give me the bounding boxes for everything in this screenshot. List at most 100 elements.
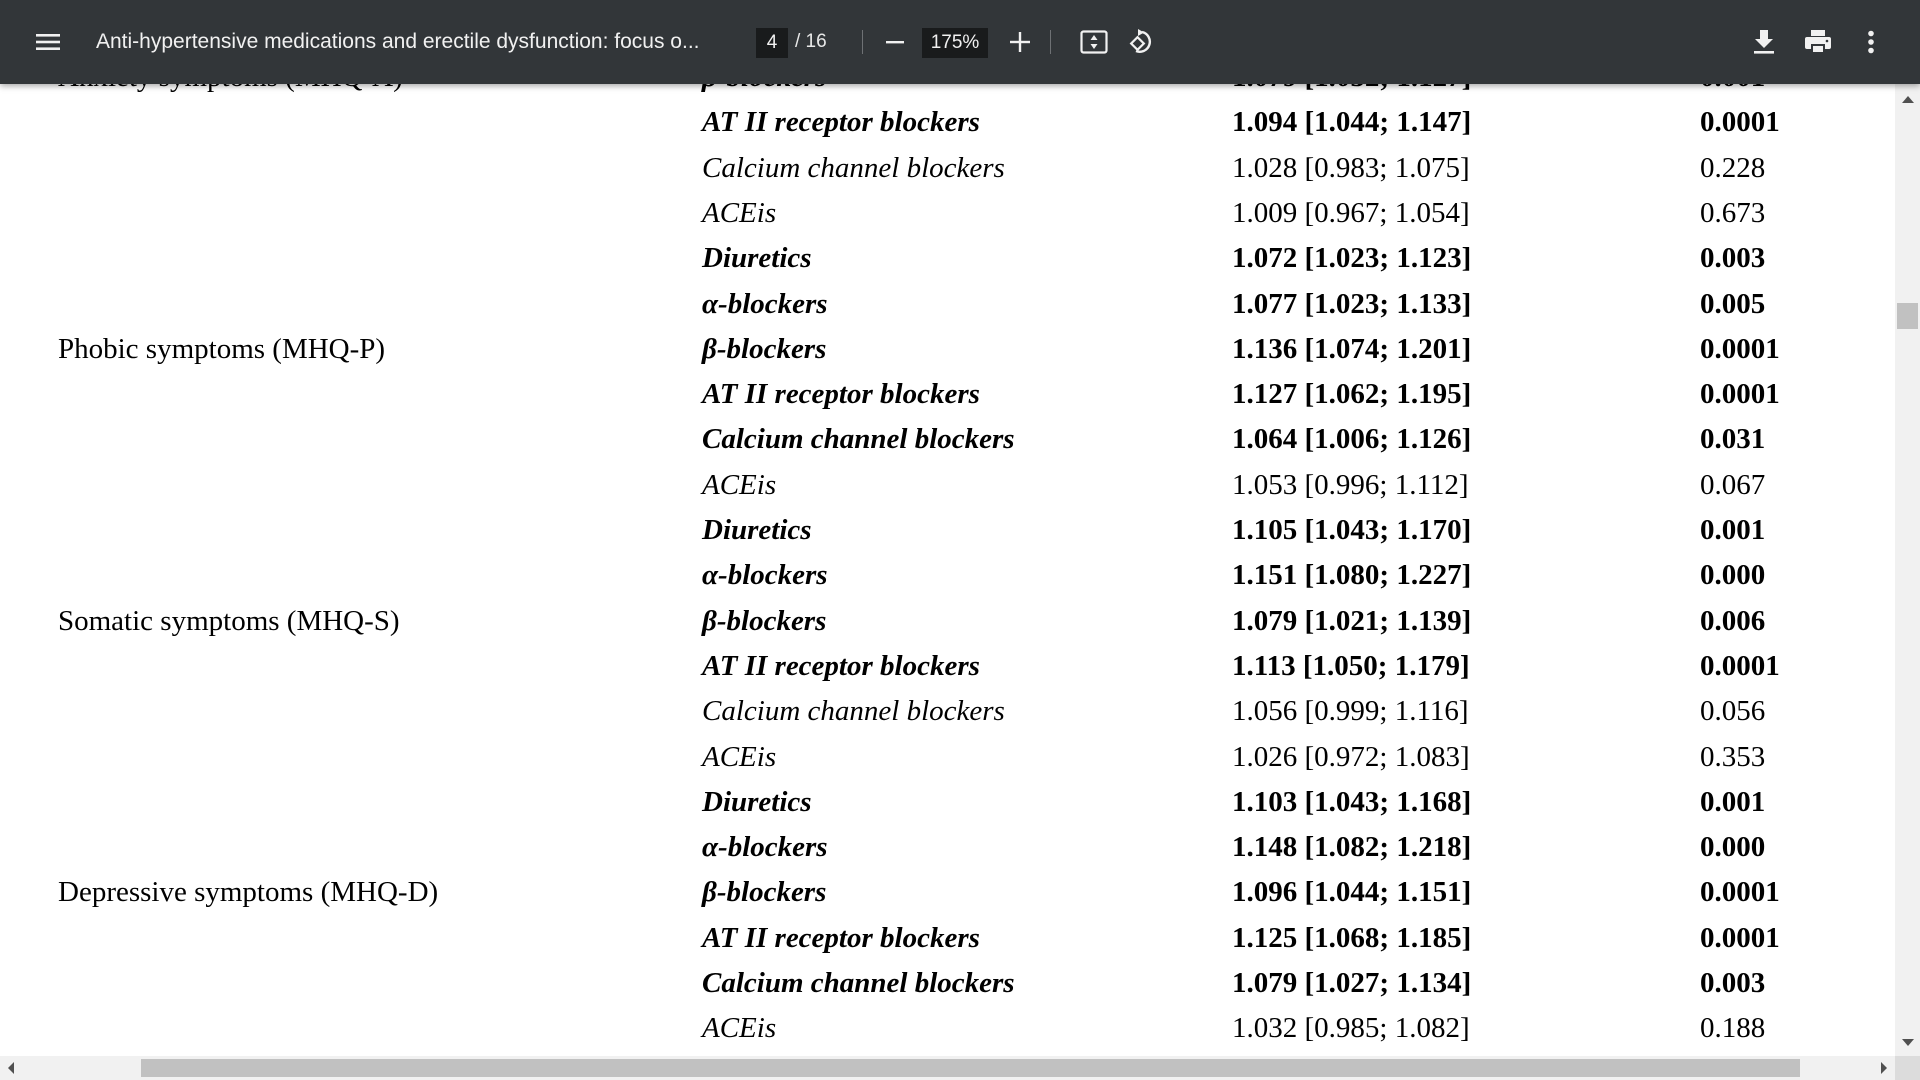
pdf-page-viewport[interactable]: Anxiety symptoms (MHQ-A) β-blockers 1.079 … <box>0 84 1895 1056</box>
row-label: Anxiety symptoms (MHQ-A) <box>58 84 403 99</box>
p-value: 0.006 <box>1700 604 1766 637</box>
p-value: 0.0001 <box>1700 921 1780 954</box>
medication-class: Diuretics <box>702 514 812 546</box>
p-value: 0.003 <box>1700 242 1766 275</box>
table-row: Diuretics 1.072 [1.023; 1.123] 0.003 <box>0 236 1895 280</box>
page-total: / 16 <box>795 31 827 52</box>
p-value: 0.188 <box>1700 1012 1766 1045</box>
more-options-button[interactable] <box>1858 0 1884 84</box>
odds-ratio-ci: 1.077 [1.023; 1.133] <box>1232 287 1472 320</box>
table-row: ACEis 1.032 [0.985; 1.082] 0.188 <box>0 1006 1895 1050</box>
odds-ratio-ci: 1.056 [0.999; 1.116] <box>1232 695 1469 728</box>
p-value: 0.000 <box>1700 559 1766 592</box>
odds-ratio-ci: 1.136 [1.074; 1.201] <box>1232 332 1472 365</box>
p-value: 0.0001 <box>1700 876 1780 909</box>
rotate-button[interactable] <box>1124 0 1160 84</box>
medication-class: α-blockers <box>702 559 828 592</box>
table-row: AT II receptor blockers 1.127 [1.062; 1.1… <box>0 372 1895 416</box>
p-value: 0.0001 <box>1700 332 1780 365</box>
horizontal-scroll-thumb[interactable] <box>141 1059 1800 1077</box>
p-value: 0.001 <box>1700 514 1766 546</box>
p-value: 0.067 <box>1700 468 1766 501</box>
medication-class: ACEis <box>702 740 777 773</box>
page-number-input[interactable]: 4 <box>756 28 788 58</box>
medication-class: ACEis <box>702 1012 777 1045</box>
medication-class: α-blockers <box>702 287 828 320</box>
medication-class: Calcium channel blockers <box>702 423 1015 456</box>
odds-ratio-ci: 1.148 [1.082; 1.218] <box>1232 831 1472 864</box>
zoom-level-input[interactable]: 175% <box>922 28 988 58</box>
vertical-scroll-thumb[interactable] <box>1897 303 1918 329</box>
table-row: Calcium channel blockers 1.079 [1.027; 1.… <box>0 961 1895 1005</box>
table-row: α-blockers 1.151 [1.080; 1.227] 0.000 <box>0 553 1895 597</box>
odds-ratio-ci: 1.009 [0.967; 1.054] <box>1232 196 1470 229</box>
download-button[interactable] <box>1748 0 1780 84</box>
medication-class: β-blockers <box>702 604 827 637</box>
scroll-down-arrow-icon[interactable] <box>1902 1039 1914 1046</box>
table-row: Diuretics 1.103 [1.043; 1.168] 0.001 <box>0 780 1895 824</box>
table-row: AT II receptor blockers 1.113 [1.050; 1.1… <box>0 644 1895 688</box>
medication-class: β-blockers <box>702 332 827 365</box>
fit-to-page-button[interactable] <box>1076 0 1112 84</box>
scrollbar-corner <box>1895 1056 1920 1080</box>
medication-class: Diuretics <box>702 785 812 818</box>
odds-ratio-ci: 1.094 [1.044; 1.147] <box>1232 106 1472 139</box>
scroll-up-arrow-icon[interactable] <box>1902 96 1914 103</box>
odds-ratio-ci: 1.053 [0.996; 1.112] <box>1232 468 1469 501</box>
horizontal-scrollbar[interactable] <box>0 1056 1895 1080</box>
p-value: 0.673 <box>1700 196 1766 229</box>
odds-ratio-ci: 1.072 [1.023; 1.123] <box>1232 242 1472 275</box>
menu-button[interactable] <box>30 0 66 84</box>
odds-ratio-ci: 1.105 [1.043; 1.170] <box>1232 514 1472 546</box>
scroll-left-arrow-icon[interactable] <box>8 1062 14 1074</box>
p-value: 0.031 <box>1700 423 1766 456</box>
print-icon <box>1805 30 1831 54</box>
more-vert-icon <box>1868 30 1874 54</box>
p-value: 0.001 <box>1700 84 1765 99</box>
row-label: Phobic symptoms (MHQ-P) <box>58 332 386 365</box>
menu-icon <box>36 34 60 50</box>
odds-ratio-ci: 1.026 [0.972; 1.083] <box>1232 740 1470 773</box>
zoom-out-button[interactable] <box>880 0 910 84</box>
odds-ratio-ci: 1.127 [1.062; 1.195] <box>1232 378 1472 411</box>
medication-class: AT II receptor blockers <box>702 921 980 954</box>
medication-class: ACEis <box>702 196 777 229</box>
table-row: AT II receptor blockers 1.094 [1.044; 1.1… <box>0 100 1895 144</box>
zoom-in-button[interactable] <box>1005 0 1035 84</box>
p-value: 0.353 <box>1700 740 1766 773</box>
pdf-toolbar: Anti-hypertensive medications and erecti… <box>0 0 1920 84</box>
table-row: Somatic symptoms (MHQ-S) β-blockers 1.079 … <box>0 599 1895 643</box>
medication-class: Calcium channel blockers <box>702 967 1015 999</box>
odds-ratio-ci: 1.151 [1.080; 1.227] <box>1232 559 1472 592</box>
p-value: 0.0001 <box>1700 649 1780 682</box>
p-value: 0.0001 <box>1700 378 1780 411</box>
table-row: AT II receptor blockers 1.125 [1.068; 1.1… <box>0 916 1895 960</box>
table-row: ACEis 1.026 [0.972; 1.083] 0.353 <box>0 735 1895 779</box>
scroll-right-arrow-icon[interactable] <box>1881 1062 1887 1074</box>
table-row: Calcium channel blockers 1.028 [0.983; 1.… <box>0 146 1895 190</box>
vertical-scrollbar[interactable] <box>1895 84 1920 1056</box>
p-value: 0.056 <box>1700 695 1766 728</box>
toolbar-divider <box>1050 30 1051 54</box>
table-row: ACEis 1.009 [0.967; 1.054] 0.673 <box>0 191 1895 235</box>
table-row: Anxiety symptoms (MHQ-A) β-blockers 1.079 … <box>0 84 1895 99</box>
odds-ratio-ci: 1.125 [1.068; 1.185] <box>1232 921 1472 954</box>
print-button[interactable] <box>1800 0 1836 84</box>
medication-class: Calcium channel blockers <box>702 695 1005 728</box>
download-icon <box>1754 30 1774 54</box>
p-value: 0.003 <box>1700 967 1766 999</box>
row-label: Somatic symptoms (MHQ-S) <box>58 604 400 637</box>
medication-class: β-blockers <box>702 876 827 909</box>
table-row: α-blockers 1.077 [1.023; 1.133] 0.005 <box>0 282 1895 326</box>
document-title: Anti-hypertensive medications and erecti… <box>96 30 700 53</box>
table-row: Diuretics 1.105 [1.043; 1.170] 0.001 <box>0 508 1895 552</box>
odds-ratio-ci: 1.096 [1.044; 1.151] <box>1232 876 1472 909</box>
odds-ratio-ci: 1.079 [1.032; 1.127] <box>1232 84 1471 99</box>
rotate-icon <box>1129 29 1151 53</box>
minus-icon <box>886 41 904 44</box>
odds-ratio-ci: 1.032 [0.985; 1.082] <box>1232 1012 1470 1045</box>
table-row: ACEis 1.053 [0.996; 1.112] 0.067 <box>0 463 1895 507</box>
medication-class: α-blockers <box>702 831 828 864</box>
p-value: 0.005 <box>1700 287 1766 320</box>
plus-icon <box>1010 32 1030 52</box>
